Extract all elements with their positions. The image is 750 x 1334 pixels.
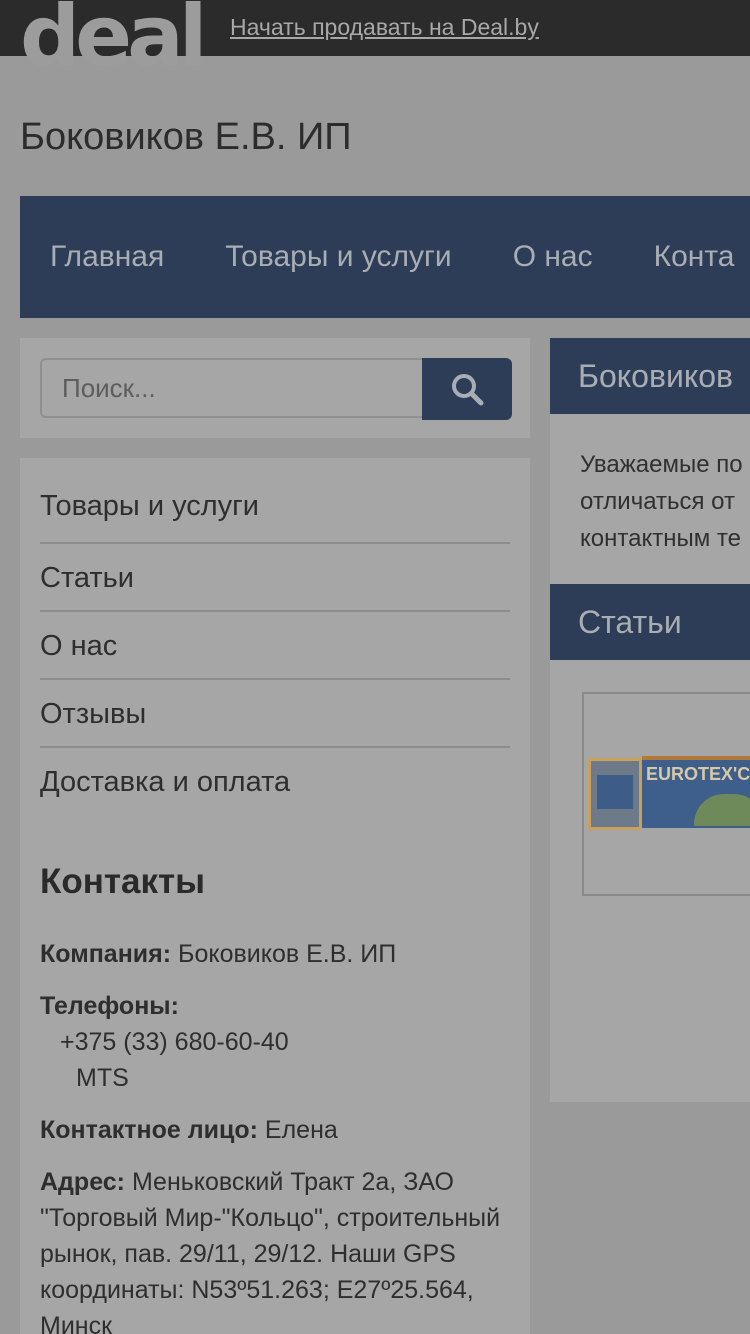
sidebar-item-products[interactable]: Товары и услуги xyxy=(40,458,510,544)
article-banner-image: EUROTEX'САУ xyxy=(642,756,750,828)
sidebar-menu: Товары и услуги Статьи О нас Отзывы Дост… xyxy=(40,458,510,816)
person-label: Контактное лицо: xyxy=(40,1116,258,1144)
search-panel xyxy=(20,338,530,438)
nav-item-products[interactable]: Товары и услуги xyxy=(225,240,452,274)
contact-company: Компания: Боковиков Е.В. ИП xyxy=(40,936,510,972)
contact-address: Адрес: Меньковский Тракт 2а, ЗАО "Торгов… xyxy=(40,1164,510,1334)
phone-number[interactable]: +375 (33) 680-60-40 xyxy=(40,1024,510,1060)
nav-item-about[interactable]: О нас xyxy=(513,240,593,274)
search-input[interactable] xyxy=(40,358,426,418)
contact-phones: Телефоны: +375 (33) 680-60-40 MTS xyxy=(40,988,510,1096)
banner-text: EUROTEX'САУ xyxy=(646,764,750,784)
sidebar-item-articles[interactable]: Статьи xyxy=(40,544,510,612)
notice-line: Уважаемые по xyxy=(580,451,743,478)
search-button[interactable] xyxy=(422,358,512,420)
nav-item-home[interactable]: Главная xyxy=(50,240,164,274)
company-value: Боковиков Е.В. ИП xyxy=(178,940,397,968)
start-selling-link[interactable]: Начать продавать на Deal.by xyxy=(230,14,539,41)
notice-text: Уважаемые по отличаться от контактным те xyxy=(580,446,750,557)
phone-operator: MTS xyxy=(76,1064,129,1092)
search-icon xyxy=(452,374,484,406)
sidebar-item-delivery[interactable]: Доставка и оплата xyxy=(40,748,510,816)
contacts-title: Контакты xyxy=(40,862,206,901)
sidebar-item-about[interactable]: О нас xyxy=(40,612,510,680)
article-card[interactable]: EUROTEX'САУ xyxy=(582,692,750,896)
nav-item-contacts[interactable]: Конта xyxy=(654,240,735,274)
product-bucket-image xyxy=(588,758,642,830)
company-heading: Боковиков xyxy=(550,338,750,414)
main-nav: Главная Товары и услуги О нас Конта xyxy=(20,196,750,318)
address-label: Адрес: xyxy=(40,1168,125,1196)
person-value: Елена xyxy=(264,1116,338,1144)
page: deal Начать продавать на Deal.by Боковик… xyxy=(0,0,750,1334)
deal-logo[interactable]: deal xyxy=(20,0,208,78)
phones-label: Телефоны: xyxy=(40,992,179,1020)
company-title: Боковиков Е.В. ИП xyxy=(20,116,352,158)
contact-person: Контактное лицо: Елена xyxy=(40,1112,510,1148)
top-bar: deal Начать продавать на Deal.by xyxy=(0,0,750,78)
sidebar-item-reviews[interactable]: Отзывы xyxy=(40,680,510,748)
main-column: Боковиков Уважаемые по отличаться от кон… xyxy=(550,338,750,1102)
articles-heading: Статьи xyxy=(550,584,750,660)
notice-line: отличаться от xyxy=(580,488,735,515)
sidebar: Товары и услуги Статьи О нас Отзывы Дост… xyxy=(20,458,530,1334)
notice-line: контактным те xyxy=(580,525,741,552)
company-label: Компания: xyxy=(40,940,172,968)
